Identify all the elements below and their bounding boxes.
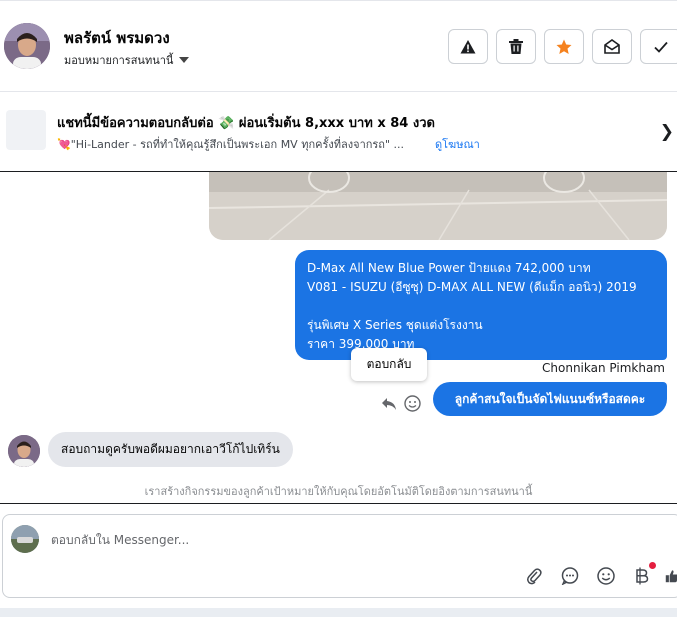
message-thread[interactable]: D-Max All New Blue Power ป้ายแดง 742,000… <box>0 172 677 504</box>
like-icon <box>665 570 677 583</box>
chat-bubble-icon <box>561 567 579 585</box>
outgoing-message-bubble[interactable]: ลูกค้าสนใจเป็นจัดไฟแนนซ์หรือสดคะ <box>433 382 667 416</box>
mark-done-button[interactable] <box>640 29 677 64</box>
baht-icon <box>636 567 649 585</box>
notification-dot <box>649 562 656 569</box>
react-button[interactable] <box>404 395 421 416</box>
chevron-right-icon[interactable]: ❯ <box>660 122 674 142</box>
image-attachment[interactable] <box>209 172 667 240</box>
attach-button[interactable] <box>523 565 545 587</box>
reply-tooltip: ตอบกลับ <box>351 348 427 381</box>
envelope-open-icon <box>604 39 620 54</box>
ad-context-banner: แชทนี้มีข้อความตอบกลับต่อ 💸 ผ่อนเริ่มต้น… <box>0 92 677 172</box>
view-ad-link[interactable]: ดูโฆษณา <box>435 135 480 153</box>
incoming-message-bubble[interactable]: สอบถามดูครับพอดีผมอยากเอาวีโก้ไปเทิร์น <box>48 432 293 467</box>
message-composer <box>2 514 677 598</box>
reply-input[interactable] <box>51 529 451 551</box>
page-avatar <box>11 525 39 553</box>
emoji-button[interactable] <box>595 565 617 587</box>
ad-title: แชทนี้มีข้อความตอบกลับต่อ 💸 ผ่อนเริ่มต้น… <box>57 116 435 131</box>
like-button[interactable] <box>665 565 677 587</box>
emoji-icon <box>597 567 615 585</box>
trash-icon <box>509 39 523 54</box>
reply-button[interactable] <box>381 396 397 415</box>
assign-label: มอบหมายการสนทนานี้ <box>64 54 174 67</box>
footer-strip <box>0 608 677 617</box>
paperclip-icon <box>527 568 542 585</box>
check-icon <box>654 41 668 53</box>
contact-name: พลรัตน์ พรมดวง <box>64 29 170 47</box>
contact-avatar-small <box>8 435 40 467</box>
report-icon <box>460 39 476 53</box>
star-icon <box>556 39 572 54</box>
star-button[interactable] <box>544 29 584 64</box>
message-line <box>307 297 655 316</box>
outgoing-message-bubble[interactable]: D-Max All New Blue Power ป้ายแดง 742,000… <box>295 250 667 360</box>
message-line: D-Max All New Blue Power ป้ายแดง 742,000… <box>307 261 591 275</box>
assign-conversation-dropdown[interactable]: มอบหมายการสนทนานี้ <box>64 51 190 69</box>
contact-avatar[interactable] <box>4 23 50 69</box>
saved-replies-button[interactable] <box>559 565 581 587</box>
ad-thumbnail <box>6 110 46 150</box>
report-button[interactable] <box>448 29 488 64</box>
message-line: V081 - ISUZU (อีซูซุ) D-MAX ALL NEW (ดีแ… <box>307 280 637 294</box>
reply-icon <box>382 398 396 410</box>
system-note: เราสร้างกิจกรรมของลูกค้าเป้าหมายให้กับคุ… <box>144 485 533 498</box>
message-line: รุ่นพิเศษ X Series ชุดแต่งโรงงาน <box>307 318 483 332</box>
sender-name: Chonnikan Pimkham <box>542 361 665 375</box>
chevron-down-icon <box>179 57 190 63</box>
smiley-icon <box>404 395 421 412</box>
conversation-header: พลรัตน์ พรมดวง มอบหมายการสนทนานี้ <box>0 0 677 92</box>
mark-unread-button[interactable] <box>592 29 632 64</box>
ad-subtitle: 💘"Hi-Lander - รถที่ทำให้คุณรู้สึกเป็นพระ… <box>57 138 405 151</box>
delete-button[interactable] <box>496 29 536 64</box>
